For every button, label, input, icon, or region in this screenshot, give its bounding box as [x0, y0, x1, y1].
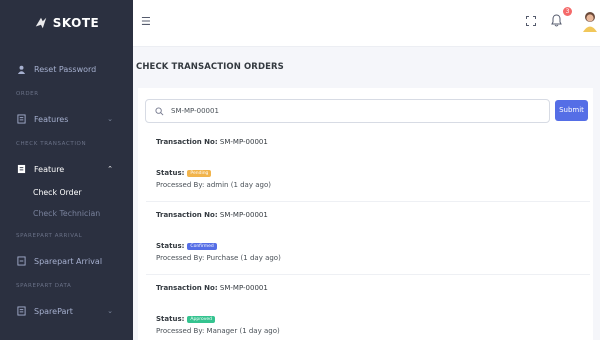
sidebar-subitem-check-order[interactable]: Check Order	[0, 182, 133, 203]
sidebar-item-sparepart-arrival[interactable]: Sparepart Arrival	[0, 248, 133, 274]
sidebar-item-reset-password[interactable]: Reset Password	[0, 56, 133, 82]
list-item: Transaction No: SM-MP-00001 Status: Conf…	[146, 202, 590, 275]
status-label: Status:	[156, 315, 185, 323]
transaction-label: Transaction No:	[156, 284, 218, 292]
search-input[interactable]: SM-MP-00001	[145, 99, 550, 123]
processed-by: Processed By: Purchase (1 day ago)	[156, 254, 281, 262]
sidebar-item-label: Feature	[34, 164, 65, 174]
transaction-number: Transaction No: SM-MP-00001	[156, 211, 268, 219]
brand[interactable]: SKOTE	[0, 0, 133, 46]
page-title: CHECK TRANSACTION ORDERS	[136, 62, 284, 72]
search-value[interactable]: SM-MP-00001	[171, 107, 219, 115]
transaction-label: Transaction No:	[156, 211, 218, 219]
sidebar-section-title: SPAREPART DATA	[16, 283, 72, 289]
transaction-number: Transaction No: SM-MP-00001	[156, 138, 268, 146]
brand-name: SKOTE	[52, 16, 100, 30]
sidebar-section-title: CHECK TRANSACTION	[16, 141, 87, 147]
transaction-label: Transaction No:	[156, 138, 218, 146]
bell-icon[interactable]	[551, 14, 562, 27]
search-icon	[155, 106, 164, 115]
sidebar-section-title: SPAREPART ARRIVAL	[16, 233, 83, 239]
sidebar-item-label: SparePart	[34, 306, 73, 316]
file-icon	[16, 164, 26, 174]
transaction-number: Transaction No: SM-MP-00001	[156, 284, 268, 292]
sidebar-item-label: Features	[34, 114, 69, 124]
transaction-value: SM-MP-00001	[219, 138, 268, 146]
file-icon	[16, 256, 26, 266]
sidebar-subitem-check-technician[interactable]: Check Technician	[0, 203, 133, 224]
sidebar-section-title: ORDER	[16, 91, 39, 97]
sidebar: SKOTE Reset Password ORDER Features ⌄ CH…	[0, 0, 133, 340]
list-item: Transaction No: SM-MP-00001 Status: Appr…	[146, 275, 590, 340]
processed-by: Processed By: Manager (1 day ago)	[156, 327, 280, 335]
menu-icon[interactable]: ☰	[141, 15, 151, 28]
transaction-value: SM-MP-00001	[219, 211, 268, 219]
status-row: Status: Approved	[156, 315, 216, 323]
user-icon	[16, 64, 26, 74]
transaction-value: SM-MP-00001	[219, 284, 268, 292]
status-badge: Pending	[187, 169, 212, 177]
file-icon	[16, 114, 26, 124]
list-item: Transaction No: SM-MP-00001 Status: Pend…	[146, 129, 590, 202]
chevron-down-icon: ⌄	[107, 115, 113, 123]
status-row: Status: Confirmed	[156, 242, 217, 250]
chevron-down-icon: ⌄	[107, 307, 113, 315]
sidebar-item-sparepart[interactable]: SparePart ⌄	[0, 298, 133, 324]
topbar: ☰ 3 admin ⌄	[133, 0, 600, 47]
sidebar-item-label: Reset Password	[34, 64, 97, 74]
status-label: Status:	[156, 169, 185, 177]
processed-by: Processed By: admin (1 day ago)	[156, 181, 271, 189]
status-row: Status: Pending	[156, 169, 212, 177]
fullscreen-icon[interactable]	[526, 16, 536, 26]
submit-button[interactable]: Submit	[555, 100, 588, 121]
logo-icon	[35, 17, 46, 29]
status-label: Status:	[156, 242, 185, 250]
status-badge: Confirmed	[187, 242, 217, 250]
status-badge: Approved	[187, 315, 216, 323]
sidebar-item-feature[interactable]: Feature ⌃	[0, 156, 133, 182]
file-icon	[16, 306, 26, 316]
chevron-up-icon: ⌃	[107, 165, 113, 173]
avatar[interactable]	[581, 10, 599, 32]
sidebar-item-label: Sparepart Arrival	[34, 256, 103, 266]
sidebar-item-features[interactable]: Features ⌄	[0, 106, 133, 132]
notification-badge: 3	[563, 7, 572, 16]
